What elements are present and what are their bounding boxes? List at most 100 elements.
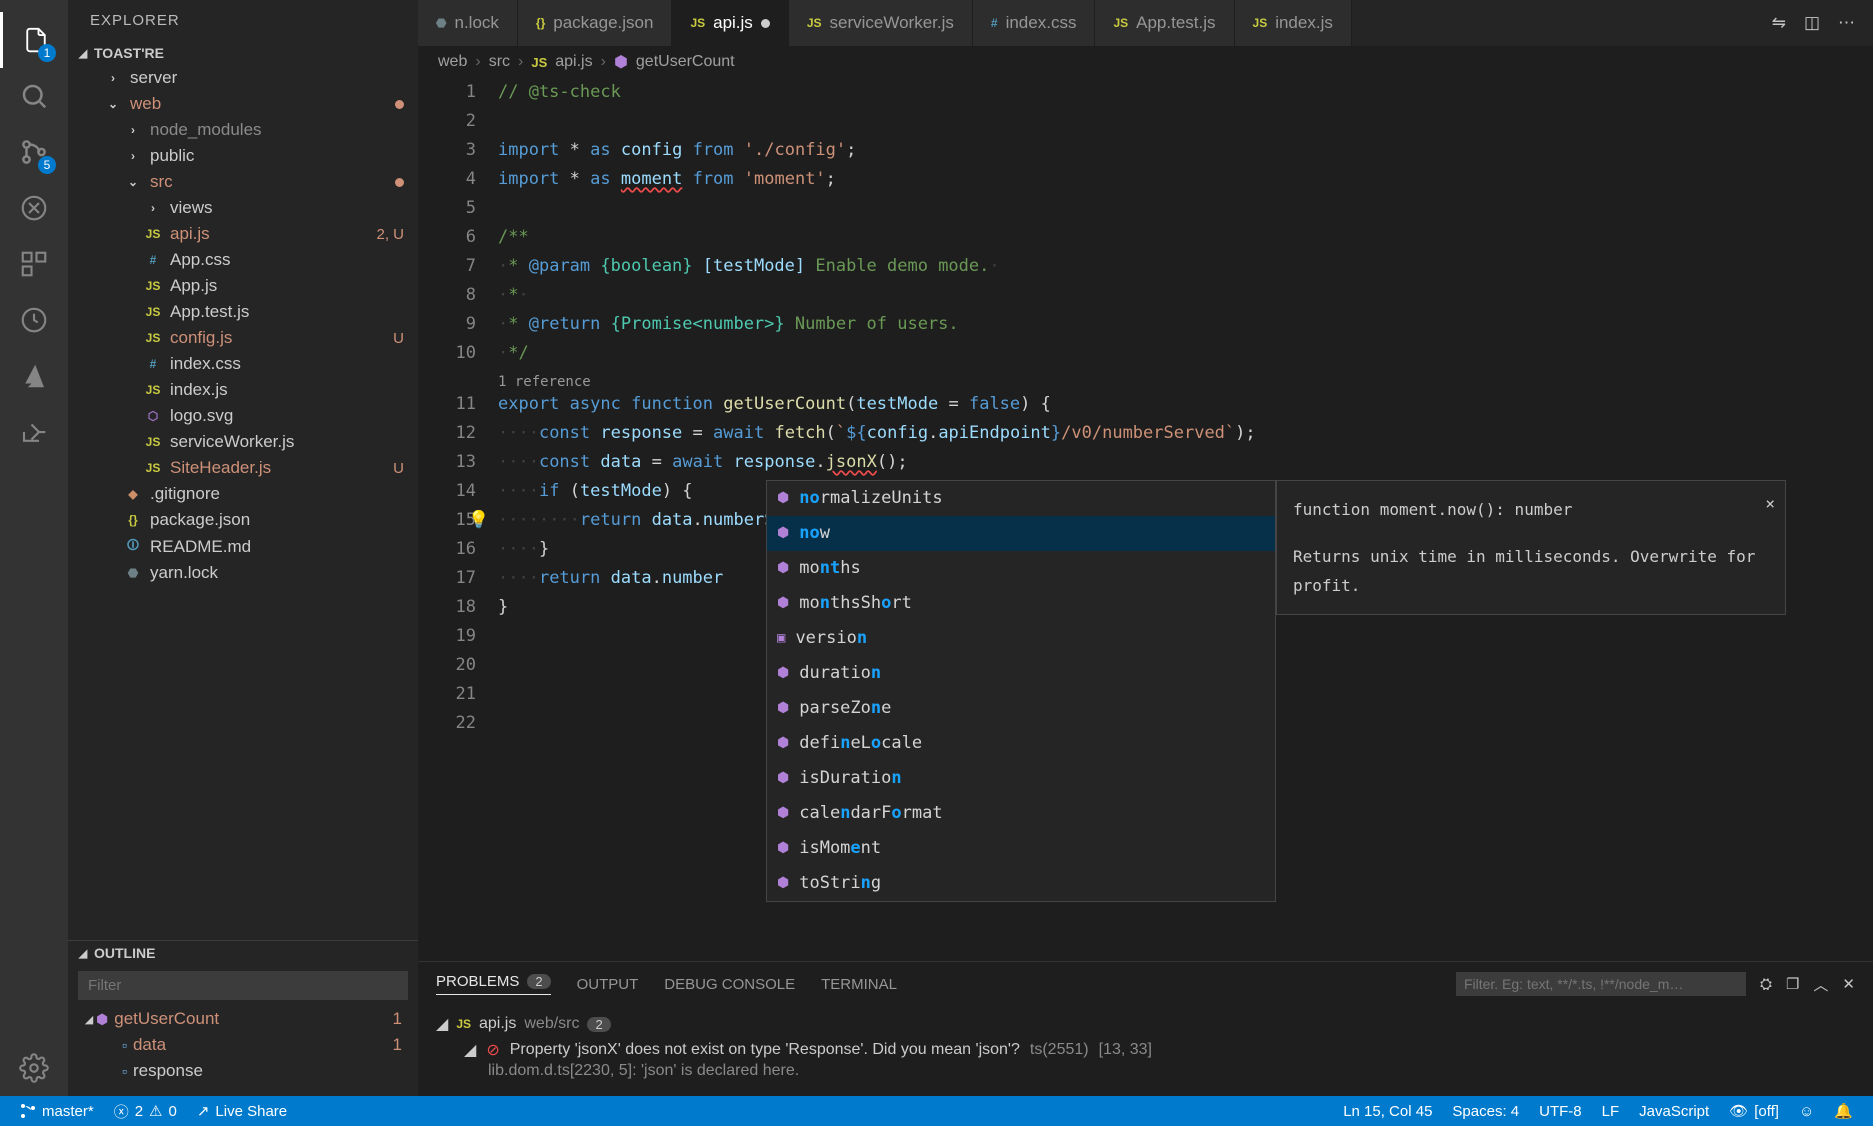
status-indent[interactable]: Spaces: 4 bbox=[1442, 1096, 1529, 1126]
activity-remote-icon[interactable] bbox=[0, 292, 68, 348]
file-item[interactable]: ⬡logo.svg bbox=[68, 403, 418, 429]
file-item[interactable]: {}package.json bbox=[68, 507, 418, 533]
outline-item[interactable]: ◢ ⬢ getUserCount 1 bbox=[68, 1006, 418, 1032]
file-item[interactable]: 🛈README.md bbox=[68, 533, 418, 560]
method-icon: ⬢ bbox=[777, 484, 789, 513]
folder-item[interactable]: ›node_modules bbox=[68, 117, 418, 143]
outline-title: OUTLINE bbox=[94, 945, 155, 961]
editor-tab[interactable]: JS App.test.js bbox=[1095, 0, 1234, 46]
method-icon: ⬢ bbox=[96, 1011, 108, 1028]
file-item[interactable]: JSindex.js bbox=[68, 377, 418, 403]
suggest-label: calendarFormat bbox=[799, 799, 942, 828]
tab-label: serviceWorker.js bbox=[830, 13, 954, 33]
folder-item[interactable]: ⌄web bbox=[68, 91, 418, 117]
codelens[interactable]: 1 reference bbox=[498, 368, 1873, 390]
tab-label: App.test.js bbox=[1136, 13, 1215, 33]
suggest-item[interactable]: ⬢monthsShort bbox=[767, 586, 1275, 621]
editor-tab[interactable]: {} package.json bbox=[518, 0, 673, 46]
activity-settings-icon[interactable] bbox=[0, 1040, 68, 1096]
problems-list: ◢ JS api.js web/src 2 ◢ ⊘ Property 'json… bbox=[418, 1006, 1873, 1084]
editor-tab[interactable]: JS serviceWorker.js bbox=[789, 0, 973, 46]
breadcrumb[interactable]: web › src › JS api.js › ⬢ getUserCount bbox=[418, 46, 1873, 78]
outline-item[interactable]: ▫ response bbox=[68, 1058, 418, 1084]
filter-settings-icon[interactable]: ⛭ bbox=[1760, 976, 1772, 993]
close-icon[interactable]: ✕ bbox=[1842, 975, 1855, 993]
activity-azure-icon[interactable] bbox=[0, 348, 68, 404]
problem-file-row[interactable]: ◢ JS api.js web/src 2 bbox=[436, 1010, 1855, 1038]
status-eol[interactable]: LF bbox=[1592, 1096, 1630, 1126]
tab-debug-console[interactable]: DEBUG CONSOLE bbox=[664, 976, 795, 993]
editor-tab[interactable]: JS index.js bbox=[1235, 0, 1352, 46]
activity-search-icon[interactable] bbox=[0, 68, 68, 124]
problem-item[interactable]: ◢ ⊘ Property 'jsonX' does not exist on t… bbox=[436, 1038, 1855, 1062]
activity-extensions-icon[interactable] bbox=[0, 236, 68, 292]
status-cursor-pos[interactable]: Ln 15, Col 45 bbox=[1333, 1096, 1442, 1126]
tree-item-label: views bbox=[170, 198, 404, 218]
file-item[interactable]: JSSiteHeader.jsU bbox=[68, 455, 418, 481]
suggest-label: version bbox=[795, 624, 867, 653]
tab-terminal[interactable]: TERMINAL bbox=[821, 976, 897, 993]
status-bell[interactable]: 🔔 bbox=[1824, 1096, 1863, 1126]
intellisense-suggest[interactable]: ⬢normalizeUnits⬢now⬢months⬢monthsShort▣v… bbox=[766, 480, 1276, 902]
code-content[interactable]: // @ts-check import * as config from './… bbox=[498, 78, 1873, 961]
activity-scm-icon[interactable]: 5 bbox=[0, 124, 68, 180]
suggest-item[interactable]: ⬢normalizeUnits bbox=[767, 481, 1275, 516]
suggest-item[interactable]: ⬢now bbox=[767, 516, 1275, 551]
close-icon[interactable]: × bbox=[1765, 489, 1775, 518]
method-icon: ⬢ bbox=[777, 764, 789, 793]
editor-tab[interactable]: JS api.js bbox=[672, 0, 788, 46]
suggest-item[interactable]: ⬢duration bbox=[767, 656, 1275, 691]
restore-icon[interactable]: ❐ bbox=[1786, 975, 1799, 993]
outline-filter-input[interactable] bbox=[78, 971, 408, 1000]
split-icon[interactable]: ◫ bbox=[1804, 13, 1820, 33]
status-liveshare[interactable]: ↗Live Share bbox=[187, 1096, 297, 1126]
activity-debug-icon[interactable] bbox=[0, 180, 68, 236]
file-item[interactable]: ◆.gitignore bbox=[68, 481, 418, 507]
status-errors[interactable]: ⓧ2 ⚠0 bbox=[104, 1096, 187, 1126]
activity-liveshare-icon[interactable] bbox=[0, 404, 68, 460]
file-item[interactable]: JSApp.js bbox=[68, 273, 418, 299]
lightbulb-icon[interactable]: 💡 bbox=[468, 506, 489, 535]
status-feedback[interactable]: ☺ bbox=[1789, 1096, 1824, 1126]
tab-problems[interactable]: PROBLEMS 2 bbox=[436, 973, 551, 995]
suggest-item[interactable]: ⬢isDuration bbox=[767, 761, 1275, 796]
file-item[interactable]: JSapi.js2, U bbox=[68, 221, 418, 247]
tree-item-label: serviceWorker.js bbox=[170, 432, 404, 452]
status-language[interactable]: JavaScript bbox=[1629, 1096, 1719, 1126]
tree-item-label: yarn.lock bbox=[150, 563, 404, 583]
folder-item[interactable]: ⌄src bbox=[68, 169, 418, 195]
suggest-item[interactable]: ⬢parseZone bbox=[767, 691, 1275, 726]
folder-item[interactable]: ›public bbox=[68, 143, 418, 169]
file-item[interactable]: JSserviceWorker.js bbox=[68, 429, 418, 455]
file-item[interactable]: #index.css bbox=[68, 351, 418, 377]
activity-explorer-icon[interactable]: 1 bbox=[0, 12, 68, 68]
suggest-item[interactable]: ⬢months bbox=[767, 551, 1275, 586]
folder-item[interactable]: ›views bbox=[68, 195, 418, 221]
status-encoding[interactable]: UTF-8 bbox=[1529, 1096, 1592, 1126]
status-branch[interactable]: master* bbox=[10, 1096, 104, 1126]
file-item[interactable]: #App.css bbox=[68, 247, 418, 273]
editor-tab[interactable]: ⬣ n.lock bbox=[418, 0, 518, 46]
problem-related[interactable]: lib.dom.d.ts[2230, 5]: 'json' is declare… bbox=[436, 1062, 1855, 1080]
code-editor[interactable]: 12345678910111213141516171819202122 // @… bbox=[418, 78, 1873, 961]
suggest-item[interactable]: ⬢defineLocale bbox=[767, 726, 1275, 761]
chevron-up-icon[interactable]: ︿ bbox=[1813, 974, 1828, 995]
outline-section-header[interactable]: ◢ OUTLINE bbox=[68, 941, 418, 965]
outline-item[interactable]: ▫ data 1 bbox=[68, 1032, 418, 1058]
folder-item[interactable]: ›server bbox=[68, 65, 418, 91]
problems-filter-input[interactable] bbox=[1456, 972, 1746, 996]
suggest-item[interactable]: ⬢toString bbox=[767, 866, 1275, 901]
status-prettier[interactable]: 👁[off] bbox=[1719, 1096, 1789, 1126]
compare-icon[interactable]: ⇋ bbox=[1772, 13, 1786, 33]
more-icon[interactable]: ⋯ bbox=[1838, 13, 1855, 33]
suggest-item[interactable]: ⬢calendarFormat bbox=[767, 796, 1275, 831]
file-item[interactable]: ⬣yarn.lock bbox=[68, 560, 418, 586]
suggest-item[interactable]: ⬢isMoment bbox=[767, 831, 1275, 866]
file-item[interactable]: JSconfig.jsU bbox=[68, 325, 418, 351]
explorer-section-header[interactable]: ◢ TOAST'RE bbox=[68, 41, 418, 65]
file-item[interactable]: JSApp.test.js bbox=[68, 299, 418, 325]
suggest-item[interactable]: ▣version bbox=[767, 621, 1275, 656]
tab-label: index.js bbox=[1275, 13, 1333, 33]
tab-output[interactable]: OUTPUT bbox=[577, 976, 639, 993]
editor-tab[interactable]: # index.css bbox=[973, 0, 1096, 46]
